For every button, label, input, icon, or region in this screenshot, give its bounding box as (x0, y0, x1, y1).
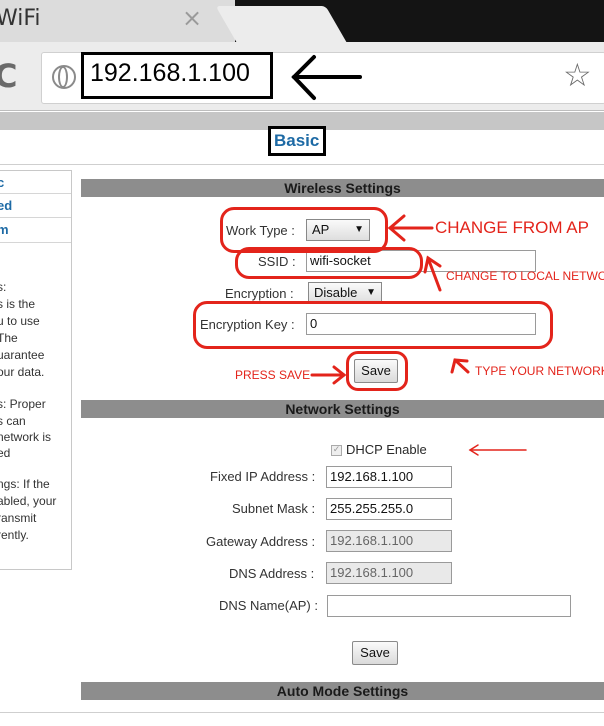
red-arrow-icon (310, 365, 347, 385)
red-arrow-icon (450, 358, 470, 374)
annotation-arrows (291, 55, 527, 456)
red-arrow-icon (423, 255, 442, 292)
red-arrow-icon (387, 214, 434, 242)
black-arrow-icon (291, 55, 362, 100)
red-arrow-icon (468, 444, 527, 456)
